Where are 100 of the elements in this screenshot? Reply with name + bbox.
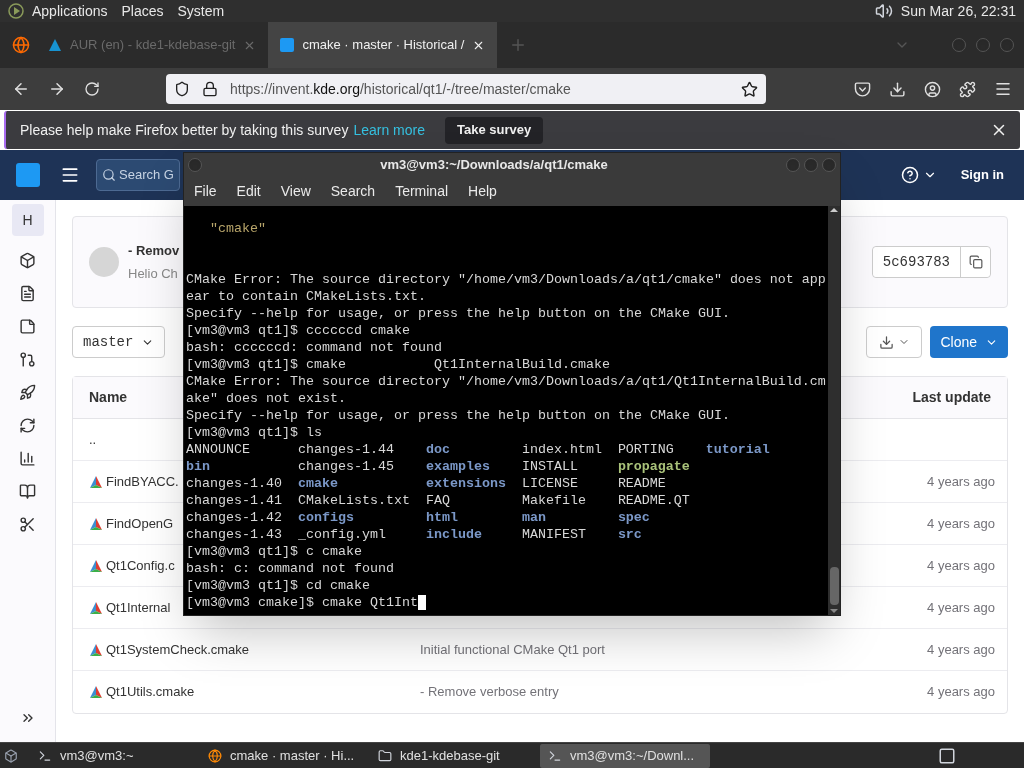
- note-icon[interactable]: [19, 318, 36, 335]
- listing-entry: LICENSE: [521, 476, 578, 491]
- kde-logo-icon: [280, 38, 295, 52]
- triangle-icon: [48, 38, 62, 52]
- last-update: 4 years ago: [927, 472, 995, 491]
- commit-message[interactable]: - Remove verbose entry: [420, 682, 559, 702]
- column-header: Last update: [912, 388, 991, 407]
- listing-entry: Makefile: [521, 493, 586, 508]
- search-field[interactable]: Search G: [96, 159, 180, 191]
- file-link[interactable]: FindOpenG: [106, 515, 174, 531]
- menu-item[interactable]: View: [280, 180, 311, 202]
- commit-sha: 5c693783: [872, 247, 960, 277]
- forward-icon[interactable]: [48, 80, 66, 98]
- clock: Sun Mar 26, 22:31: [900, 1, 1016, 21]
- help-icon[interactable]: [900, 166, 919, 184]
- commit-title[interactable]: - Remov: [128, 240, 180, 260]
- menu-item[interactable]: Search: [330, 180, 376, 202]
- listing-entry: extensions: [425, 476, 506, 491]
- learn-more-link[interactable]: Learn more: [353, 119, 425, 141]
- scrollbar[interactable]: [828, 206, 840, 615]
- menu-item[interactable]: Help: [468, 180, 497, 202]
- taskbar-button[interactable]: vm3@vm3:~/Downl...: [540, 743, 710, 768]
- merge-request-icon[interactable]: [19, 351, 36, 368]
- take-survey-button[interactable]: Take survey: [445, 116, 544, 144]
- listing-entry: changes-1.41: [186, 493, 282, 508]
- triangle-logo-icon: [89, 642, 103, 657]
- reload-icon[interactable]: [84, 81, 100, 97]
- account-icon[interactable]: [924, 80, 941, 98]
- menu-icon[interactable]: [994, 80, 1012, 98]
- terminal-line: [vm3@vm3 qt1]$ ls: [186, 425, 322, 440]
- globe-icon[interactable]: [12, 36, 30, 54]
- branch-dropdown[interactable]: master: [72, 326, 166, 358]
- listing-entry: propagate: [617, 459, 690, 474]
- terminal-line: ear to contain CMakeLists.txt.: [186, 289, 426, 304]
- project-avatar[interactable]: H: [11, 204, 44, 236]
- terminal-line: Specify --help for usage, or press the help button on the CMake GUI.: [186, 306, 730, 321]
- bookmark-star-icon[interactable]: [741, 80, 758, 98]
- file-link[interactable]: ..: [89, 431, 97, 447]
- address-bar[interactable]: https://invent.kde.org/historical/qt1/-/tree/master/cmake: [166, 74, 766, 104]
- last-update: 4 years ago: [927, 640, 995, 659]
- triangle-logo-icon: [89, 600, 103, 615]
- scissors-icon[interactable]: [19, 516, 36, 533]
- file-link[interactable]: FindBYACC.: [106, 473, 179, 489]
- panel-menu[interactable]: Applications: [32, 0, 108, 22]
- rocket-icon[interactable]: [19, 384, 36, 401]
- terminal-line: CMake Error: The source directory "/home/vm3/Downloads/a/qt1/cmake" does not app: [186, 272, 826, 287]
- shield-icon: [174, 81, 190, 97]
- loop-icon[interactable]: [19, 417, 36, 434]
- search-icon: [102, 168, 116, 182]
- back-icon[interactable]: [12, 80, 30, 98]
- download-icon[interactable]: [889, 80, 906, 98]
- listing-entry: spec: [617, 510, 650, 525]
- menu-item[interactable]: Edit: [236, 180, 261, 202]
- last-update: 4 years ago: [927, 514, 995, 533]
- sign-in-link[interactable]: Sign in: [960, 165, 1004, 185]
- extensions-icon[interactable]: [959, 80, 976, 98]
- menu-icon[interactable]: [60, 165, 80, 185]
- listing-entry: src: [617, 527, 642, 542]
- book-icon[interactable]: [19, 483, 36, 500]
- workspace-icon[interactable]: [938, 746, 956, 765]
- download-button[interactable]: [866, 326, 923, 358]
- volume-icon[interactable]: [874, 2, 893, 20]
- file-link[interactable]: Qt1Internal: [106, 599, 171, 615]
- terminal-icon: [38, 748, 52, 763]
- desktop-icon[interactable]: [4, 748, 18, 763]
- listing-entry: changes-1.43: [186, 527, 282, 542]
- triangle-logo-icon: [89, 558, 103, 573]
- lock-icon: [202, 81, 218, 97]
- listing-entry: html: [425, 510, 458, 525]
- commit-message[interactable]: Initial functional CMake Qt1 port: [420, 639, 605, 660]
- taskbar-button[interactable]: kde1-kdebase-git: [370, 743, 540, 768]
- survey-message: Please help make Firefox better by taking this survey: [20, 120, 349, 140]
- terminal-line: [vm3@vm3 qt1]$ cd cmake: [186, 578, 370, 593]
- listing-entry: MANIFEST: [521, 527, 586, 542]
- listing-entry: ANNOUNCE: [186, 442, 250, 457]
- pocket-icon[interactable]: [854, 80, 871, 98]
- menu-item[interactable]: File: [194, 180, 217, 202]
- copy-icon: [968, 255, 983, 269]
- box-icon[interactable]: [19, 252, 36, 269]
- file-link[interactable]: Qt1Config.c: [106, 557, 175, 573]
- commit-author: Helio Ch: [128, 265, 178, 283]
- clone-button[interactable]: Clone: [930, 326, 1008, 358]
- browser-tab[interactable]: cmake · master · Historical /: [268, 22, 498, 68]
- taskbar-button[interactable]: cmake · master · Hi...: [200, 743, 370, 768]
- chart-icon[interactable]: [19, 450, 36, 467]
- triangle-logo-icon: [89, 685, 103, 699]
- document-icon[interactable]: [19, 285, 36, 302]
- panel-menu[interactable]: Places: [121, 0, 164, 22]
- panel-menu[interactable]: System: [177, 0, 225, 22]
- listing-entry: PORTING: [617, 442, 674, 457]
- file-link[interactable]: Qt1SystemCheck.cmake: [106, 641, 250, 657]
- menu-item[interactable]: Terminal: [395, 180, 449, 202]
- file-link[interactable]: Qt1Utils.cmake: [106, 684, 195, 700]
- terminal-line: bash: ccccccd: command not found: [186, 340, 442, 355]
- listing-entry: man: [521, 510, 546, 525]
- listing-entry: configs: [297, 510, 354, 525]
- taskbar-button[interactable]: vm3@vm3:~: [30, 743, 200, 768]
- copy-button[interactable]: [960, 247, 990, 277]
- folder-icon: [378, 748, 392, 763]
- listing-entry: README: [617, 476, 666, 491]
